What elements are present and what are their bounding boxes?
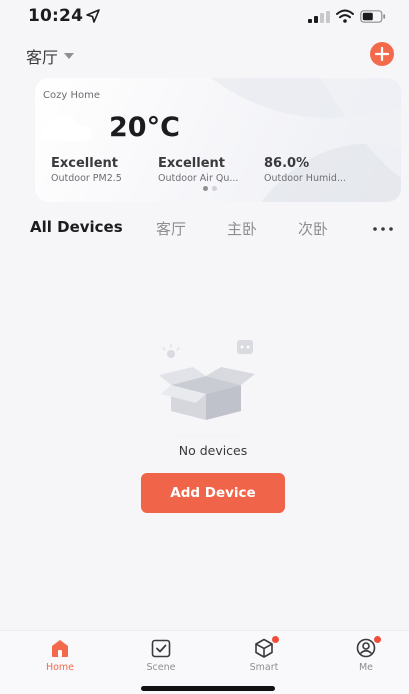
metric-label: Outdoor Air Qu... bbox=[158, 173, 239, 184]
nav-label: Scene bbox=[146, 662, 176, 673]
weather-card[interactable]: Cozy Home 20°C Excellent Outdoor PM2.5 E… bbox=[35, 78, 401, 202]
scene-check-icon bbox=[151, 639, 171, 658]
nav-label: Smart bbox=[249, 662, 279, 673]
temperature: 20°C bbox=[109, 112, 180, 143]
battery-icon bbox=[360, 10, 386, 23]
nav-smart[interactable]: Smart bbox=[234, 636, 294, 673]
wifi-icon bbox=[336, 9, 354, 23]
home-name: Cozy Home bbox=[43, 90, 100, 101]
tab-all-devices[interactable]: All Devices bbox=[30, 218, 123, 236]
empty-message: No devices bbox=[178, 443, 248, 458]
metric-air-quality: Excellent Outdoor Air Qu... bbox=[158, 156, 238, 184]
status-bar: 10:24 bbox=[0, 0, 409, 36]
app-screen: 10:24 客厅 Cozy Home 20°C Excellent Outdoo… bbox=[0, 0, 409, 694]
metric-label: Outdoor PM2.5 bbox=[51, 173, 122, 184]
notification-badge bbox=[272, 636, 279, 643]
cloud-icon bbox=[43, 116, 92, 141]
chevron-down-icon bbox=[64, 53, 75, 59]
nav-scene[interactable]: Scene bbox=[131, 637, 191, 673]
page-dot bbox=[203, 186, 208, 191]
metric-label: Outdoor Humid... bbox=[264, 173, 346, 184]
metric-value: Excellent bbox=[158, 156, 225, 171]
tab-second-bedroom[interactable]: 次卧 bbox=[298, 218, 328, 239]
metric-pm25: Excellent Outdoor PM2.5 bbox=[51, 156, 122, 184]
page-dot bbox=[212, 186, 217, 191]
status-time: 10:24 bbox=[28, 6, 84, 26]
page-indicator bbox=[203, 186, 217, 191]
metric-value: Excellent bbox=[51, 156, 118, 171]
metric-value: 86.0% bbox=[264, 156, 310, 171]
tab-living-room[interactable]: 客厅 bbox=[156, 218, 186, 239]
room-selector[interactable]: 客厅 bbox=[26, 44, 75, 68]
room-name: 客厅 bbox=[26, 48, 59, 67]
home-icon bbox=[52, 640, 68, 657]
nav-home[interactable]: Home bbox=[30, 637, 90, 673]
room-tabs: All Devices 客厅 主卧 次卧 bbox=[0, 218, 409, 244]
location-arrow-icon bbox=[86, 9, 100, 23]
home-indicator bbox=[141, 686, 275, 691]
add-button[interactable] bbox=[370, 42, 394, 66]
notification-badge bbox=[374, 636, 381, 643]
nav-label: Me bbox=[358, 662, 374, 673]
plus-icon bbox=[375, 47, 389, 61]
add-device-button[interactable]: Add Device bbox=[141, 473, 285, 513]
empty-box-illustration bbox=[134, 340, 278, 438]
tab-master-bedroom[interactable]: 主卧 bbox=[227, 218, 257, 239]
bottom-nav: Home Scene Smart Me bbox=[0, 630, 409, 694]
more-icon[interactable] bbox=[372, 226, 394, 232]
nav-me[interactable]: Me bbox=[336, 636, 396, 673]
signal-icon bbox=[308, 11, 330, 23]
nav-label: Home bbox=[45, 662, 75, 673]
metric-humidity: 86.0% Outdoor Humid... bbox=[264, 156, 346, 184]
